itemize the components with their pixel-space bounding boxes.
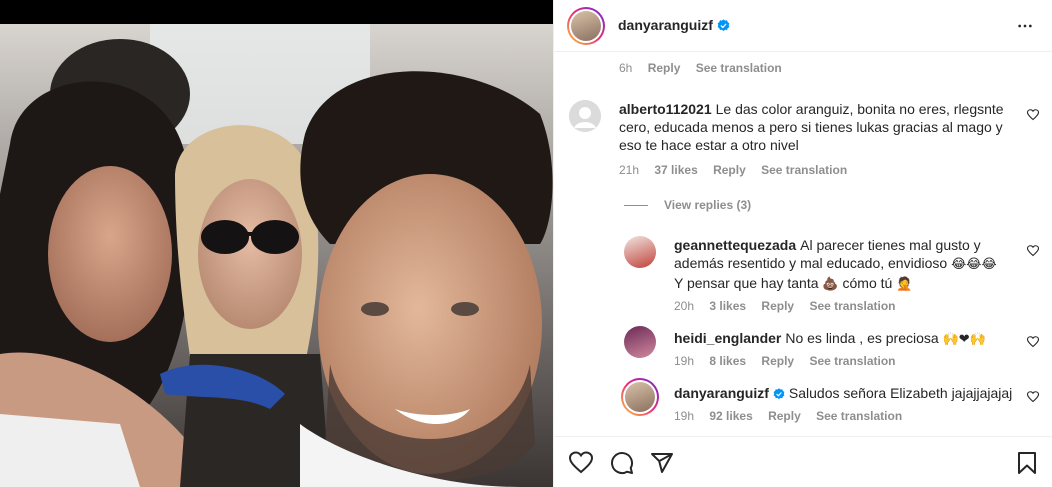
likes-count[interactable]: 3 likes <box>709 299 746 313</box>
reply-button[interactable]: Reply <box>648 61 681 75</box>
reply-text-block: geannettequezada Al parecer tienes mal gu… <box>674 236 1014 294</box>
poop-emoji: 💩 <box>822 277 839 292</box>
comment-text-block: alberto112021 Le das color aranguiz, boni… <box>619 100 1004 154</box>
replier-username[interactable]: geannettequezada <box>674 237 796 253</box>
divider-line <box>624 205 648 207</box>
comment-meta: 21h 37 likes Reply See translation <box>619 163 859 177</box>
post-photo[interactable] <box>0 0 553 487</box>
replier-username[interactable]: heidi_englander <box>674 330 781 346</box>
reply-time: 19h <box>674 409 695 423</box>
reply-text-line1: Al parecer tienes mal gusto y <box>800 237 981 253</box>
commenter-avatar[interactable] <box>569 100 601 132</box>
reply-time: 20h <box>674 299 695 313</box>
see-translation-button[interactable]: See translation <box>809 299 895 313</box>
verified-badge-icon <box>717 19 730 32</box>
comment-time: 21h <box>619 163 640 177</box>
replier-avatar[interactable] <box>624 326 656 358</box>
caption-time: 6h <box>619 61 633 75</box>
raised-hands-heart-emoji: 🙌❤🙌 <box>942 332 986 347</box>
see-translation-button[interactable]: See translation <box>809 354 895 368</box>
laughing-emoji: 😂😂😂 <box>951 257 997 272</box>
post-header: danyaranguizf <box>554 0 1052 52</box>
reply-button[interactable]: Reply <box>768 409 801 423</box>
comments-panel: danyaranguizf 6h Reply See translation a… <box>553 0 1052 487</box>
photo-letterbox <box>0 0 553 24</box>
verified-badge-icon <box>773 388 785 400</box>
reply-button[interactable]: Reply <box>761 354 794 368</box>
post-actions-bar <box>554 436 1052 487</box>
reply-meta: 20h 3 likes Reply See translation <box>674 299 907 313</box>
reply-text-block: danyaranguizf Saludos señora Elizabeth ja… <box>674 384 1014 402</box>
heart-icon[interactable] <box>1027 391 1039 403</box>
see-translation-button[interactable]: See translation <box>761 163 847 177</box>
heart-icon[interactable] <box>569 451 593 475</box>
heart-icon[interactable] <box>1027 245 1039 257</box>
facepalm-emoji: 🤦 <box>896 277 913 292</box>
heart-icon[interactable] <box>1027 109 1039 121</box>
caption-meta: 6h Reply See translation <box>619 61 794 75</box>
likes-count[interactable]: 8 likes <box>709 354 746 368</box>
reply-text-line3-end: cómo tú <box>842 275 893 291</box>
share-icon[interactable] <box>650 451 674 475</box>
reply-text-line3: Y pensar que hay tanta <box>674 275 819 291</box>
likes-count[interactable]: 37 likes <box>654 163 697 177</box>
heart-icon[interactable] <box>1027 336 1039 348</box>
reply-meta: 19h 92 likes Reply See translation <box>674 409 914 423</box>
more-horizontal-icon[interactable] <box>1017 18 1033 34</box>
reply-button[interactable]: Reply <box>761 299 794 313</box>
reply-text-block: heidi_englander No es linda , es preciosa… <box>674 329 1014 349</box>
reply-text: No es linda , es preciosa <box>785 330 939 346</box>
comment-icon[interactable] <box>610 451 634 475</box>
author-reply-avatar[interactable] <box>621 378 659 416</box>
default-avatar-icon <box>569 100 601 132</box>
reply-button[interactable]: Reply <box>713 163 746 177</box>
likes-count[interactable]: 92 likes <box>709 409 752 423</box>
replier-avatar[interactable] <box>624 236 656 268</box>
view-replies-button[interactable]: View replies (3) <box>624 198 751 212</box>
reply-meta: 19h 8 likes Reply See translation <box>674 354 907 368</box>
see-translation-button[interactable]: See translation <box>816 409 902 423</box>
see-translation-button[interactable]: See translation <box>696 61 782 75</box>
commenter-username[interactable]: alberto112021 <box>619 101 712 117</box>
reply-text-line2: además resentido y mal educado, envidios… <box>674 255 948 271</box>
selfie-image <box>0 24 553 487</box>
author-avatar[interactable] <box>567 7 605 45</box>
replier-username[interactable]: danyaranguizf <box>674 385 769 401</box>
author-username[interactable]: danyaranguizf <box>618 17 713 33</box>
reply-time: 19h <box>674 354 695 368</box>
bookmark-icon[interactable] <box>1016 451 1038 475</box>
view-replies-label: View replies (3) <box>664 198 752 212</box>
reply-text: Saludos señora Elizabeth jajajjajajaj <box>788 385 1013 401</box>
